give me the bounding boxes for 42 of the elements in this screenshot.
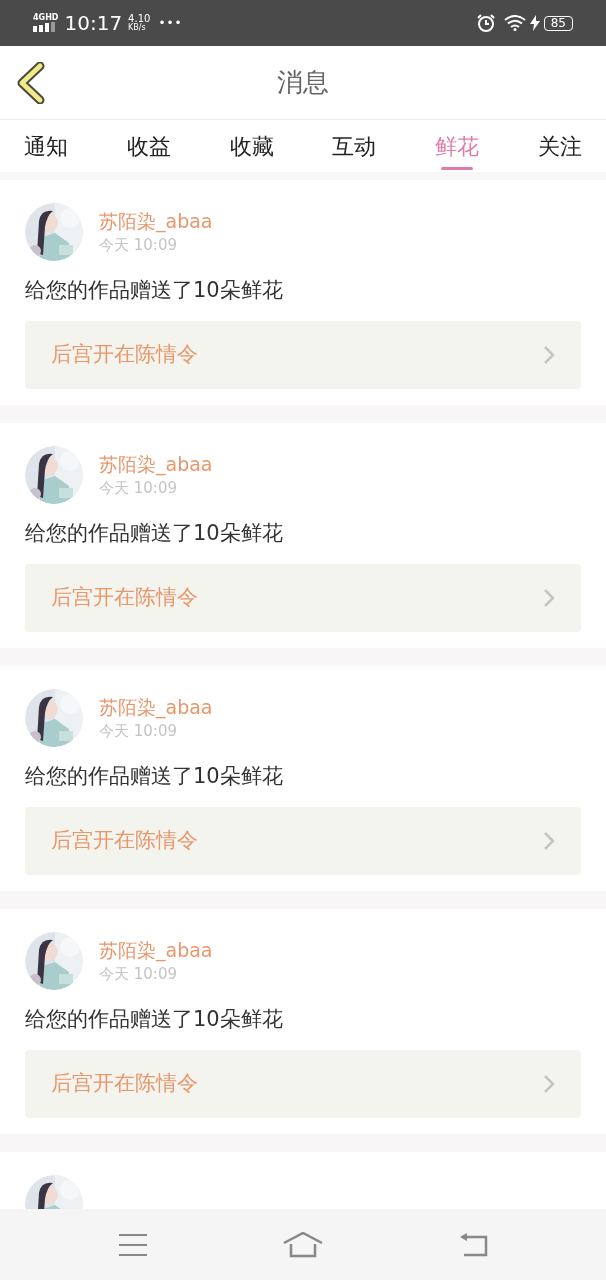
chevron-right-icon (543, 588, 555, 608)
user-name[interactable]: 苏陌染_abaa (99, 937, 213, 963)
message-text: 给您的作品赠送了10朵鲜花 (25, 520, 284, 547)
chevron-right-icon (543, 1074, 555, 1094)
message-text: 给您的作品赠送了10朵鲜花 (25, 763, 284, 790)
message-time: 今天 10:09 (99, 721, 178, 742)
message-time: 今天 10:09 (99, 478, 178, 499)
message-text: 给您的作品赠送了10朵鲜花 (25, 1006, 284, 1033)
back-nav-icon[interactable] (458, 1232, 489, 1257)
tab[interactable]: 关注 (538, 120, 582, 172)
tab[interactable]: 收益 (126, 120, 171, 172)
tab[interactable]: 收藏 (229, 120, 274, 172)
page-title: 消息 (277, 66, 329, 99)
battery-indicator: 85 (543, 15, 573, 31)
back-icon[interactable] (16, 61, 46, 104)
charging-icon (529, 15, 540, 31)
wifi-icon (503, 15, 526, 31)
speed-unit: KB/s (128, 24, 146, 32)
more-indicator: ••• (158, 15, 183, 32)
user-name[interactable]: 苏陌染_abaa (99, 694, 213, 720)
user-name[interactable]: 苏陌染_abaa (99, 208, 213, 234)
signal-icon (33, 22, 57, 32)
tab[interactable]: 互动 (332, 120, 377, 172)
work-link[interactable]: 后宫开在陈情令 (25, 321, 581, 389)
speed-value: 4.10 (128, 14, 151, 24)
chevron-right-icon (543, 831, 555, 851)
tab[interactable]: 通知 (24, 120, 68, 172)
message-text: 给您的作品赠送了10朵鲜花 (25, 277, 284, 304)
user-name[interactable]: 苏陌染_abaa (99, 451, 213, 477)
network-label: 4GHD (33, 14, 59, 22)
work-link[interactable]: 后宫开在陈情令 (25, 807, 581, 875)
work-link[interactable]: 后宫开在陈情令 (25, 1050, 581, 1118)
home-icon[interactable] (283, 1231, 323, 1258)
clock: 10:17 (64, 13, 123, 33)
tab[interactable]: 鲜花 (435, 120, 480, 172)
message-time: 今天 10:09 (99, 235, 178, 256)
tab-underline (441, 167, 474, 170)
work-link[interactable]: 后宫开在陈情令 (25, 564, 581, 632)
menu-icon[interactable] (117, 1232, 148, 1257)
alarm-icon (475, 13, 496, 33)
chevron-right-icon (543, 345, 555, 365)
message-time: 今天 10:09 (99, 964, 178, 985)
